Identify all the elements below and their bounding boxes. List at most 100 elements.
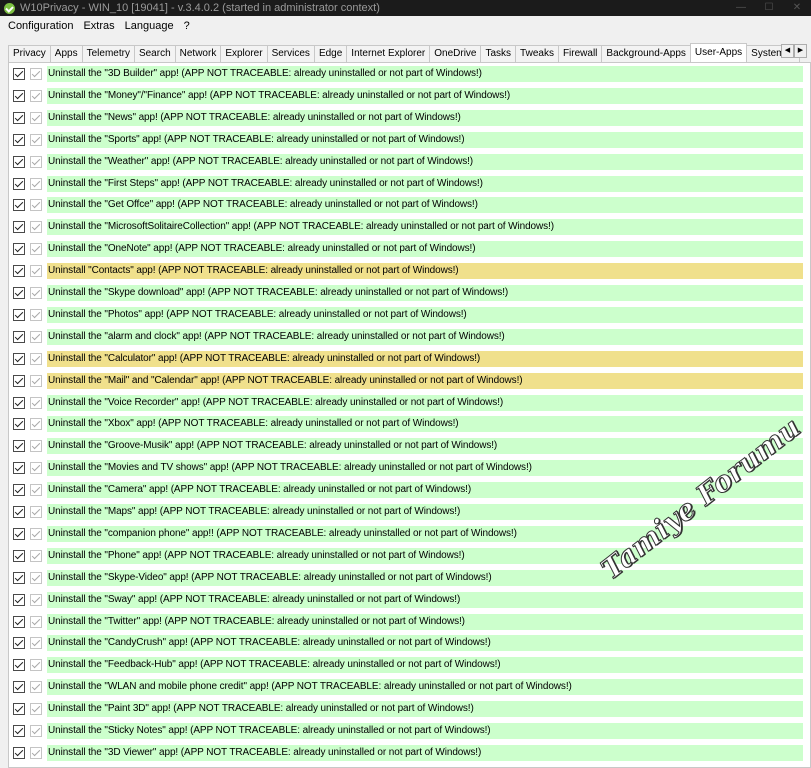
- enable-checkbox[interactable]: [13, 133, 25, 146]
- item-label: Uninstall the "3D Viewer" app! (APP NOT …: [47, 744, 803, 761]
- enable-checkbox[interactable]: [13, 352, 25, 365]
- menu-bar: Configuration Extras Language ?: [0, 16, 811, 36]
- list-item: Uninstall the "Twitter" app! (APP NOT TR…: [13, 613, 803, 630]
- tab-tasks[interactable]: Tasks: [480, 45, 517, 62]
- title-bar: W10Privacy - WIN_10 [19041] - v.3.4.0.2 …: [0, 0, 811, 16]
- tab-scroll-right-icon[interactable]: ▶: [794, 44, 807, 58]
- menu-configuration[interactable]: Configuration: [3, 20, 78, 32]
- item-label: Uninstall the "Groove-Musik" app! (APP N…: [47, 438, 803, 455]
- tab-internet-explorer[interactable]: Internet Explorer: [346, 45, 431, 62]
- enable-checkbox[interactable]: [13, 484, 25, 497]
- tab-search[interactable]: Search: [133, 45, 176, 62]
- enable-checkbox[interactable]: [13, 549, 25, 562]
- tab-firewall[interactable]: Firewall: [557, 45, 603, 62]
- enable-checkbox[interactable]: [13, 221, 25, 234]
- enable-checkbox[interactable]: [13, 265, 25, 278]
- enable-checkbox[interactable]: [13, 330, 25, 343]
- enable-checkbox[interactable]: [13, 308, 25, 321]
- tab-onedrive[interactable]: OneDrive: [429, 45, 482, 62]
- item-label: Uninstall the "3D Builder" app! (APP NOT…: [47, 66, 803, 82]
- recommended-checkbox: [30, 177, 42, 190]
- tab-services[interactable]: Services: [266, 45, 315, 62]
- recommended-checkbox: [30, 374, 42, 387]
- item-label: Uninstall the "First Steps" app! (APP NO…: [47, 175, 803, 192]
- tab-scroll-left-icon[interactable]: ◀: [781, 44, 794, 58]
- recommended-checkbox: [30, 287, 42, 299]
- tab-apps[interactable]: Apps: [49, 45, 83, 62]
- enable-checkbox[interactable]: [13, 746, 25, 759]
- recommended-checkbox: [30, 440, 42, 453]
- enable-checkbox[interactable]: [13, 287, 25, 299]
- enable-checkbox[interactable]: [13, 396, 25, 409]
- tab-background-apps[interactable]: Background-Apps: [601, 45, 691, 62]
- enable-checkbox[interactable]: [13, 659, 25, 672]
- menu-extras[interactable]: Extras: [78, 20, 119, 32]
- tab-telemetry[interactable]: Telemetry: [81, 45, 135, 62]
- list-item: Uninstall the "Sway" app! (APP NOT TRACE…: [13, 591, 803, 608]
- enable-checkbox[interactable]: [13, 703, 25, 716]
- enable-checkbox[interactable]: [13, 199, 25, 212]
- enable-checkbox[interactable]: [13, 637, 25, 650]
- enable-checkbox[interactable]: [13, 243, 25, 256]
- item-label: Uninstall the "Maps" app! (APP NOT TRACE…: [47, 504, 803, 520]
- item-label: Uninstall the "Phone" app! (APP NOT TRAC…: [47, 547, 803, 564]
- enable-checkbox[interactable]: [13, 68, 25, 80]
- minimize-button[interactable]: —: [727, 0, 755, 16]
- tab-user-apps[interactable]: User-Apps: [689, 43, 748, 62]
- menu-language[interactable]: Language: [120, 20, 179, 32]
- recommended-checkbox: [30, 527, 42, 540]
- close-button[interactable]: ✕: [783, 0, 811, 16]
- item-label: Uninstall the "Feedback-Hub" app! (APP N…: [47, 657, 803, 674]
- list-item: Uninstall the "Mail" and "Calendar" app!…: [13, 372, 803, 389]
- enable-checkbox[interactable]: [13, 89, 25, 102]
- tab-explorer[interactable]: Explorer: [220, 45, 268, 62]
- list-item: Uninstall the "OneNote" app! (APP NOT TR…: [13, 241, 803, 258]
- item-label: Uninstall the "Sticky Notes" app! (APP N…: [47, 723, 803, 739]
- enable-checkbox[interactable]: [13, 440, 25, 453]
- recommended-checkbox: [30, 484, 42, 497]
- list-item: Uninstall the "Camera" app! (APP NOT TRA…: [13, 482, 803, 499]
- enable-checkbox[interactable]: [13, 615, 25, 628]
- list-item: Uninstall the "3D Builder" app! (APP NOT…: [13, 66, 803, 82]
- enable-checkbox[interactable]: [13, 374, 25, 387]
- enable-checkbox[interactable]: [13, 462, 25, 475]
- recommended-checkbox: [30, 703, 42, 716]
- enable-checkbox[interactable]: [13, 527, 25, 540]
- enable-checkbox[interactable]: [13, 177, 25, 190]
- enable-checkbox[interactable]: [13, 571, 25, 584]
- item-label: Uninstall the "WLAN and mobile phone cre…: [47, 679, 803, 696]
- menu-help[interactable]: ?: [179, 20, 195, 32]
- tab-edge[interactable]: Edge: [313, 45, 348, 62]
- tab-tweaks[interactable]: Tweaks: [515, 45, 559, 62]
- item-label: Uninstall the "Photos" app! (APP NOT TRA…: [47, 306, 803, 323]
- item-label: Uninstall the "Sports" app! (APP NOT TRA…: [47, 131, 803, 148]
- list-item: Uninstall the "Paint 3D" app! (APP NOT T…: [13, 701, 803, 718]
- recommended-checkbox: [30, 133, 42, 146]
- enable-checkbox[interactable]: [13, 593, 25, 606]
- item-label: Uninstall the "companion phone" app!! (A…: [47, 525, 803, 542]
- enable-checkbox[interactable]: [13, 725, 25, 737]
- item-label: Uninstall the "Sway" app! (APP NOT TRACE…: [47, 591, 803, 608]
- window-title: W10Privacy - WIN_10 [19041] - v.3.4.0.2 …: [20, 2, 380, 14]
- item-label: Uninstall the "Skype-Video" app! (APP NO…: [47, 569, 803, 586]
- tab-network[interactable]: Network: [174, 45, 222, 62]
- list-item: Uninstall the "MicrosoftSolitaireCollect…: [13, 219, 803, 236]
- list-item: Uninstall the "Movies and TV shows" app!…: [13, 460, 803, 477]
- item-label: Uninstall the "MicrosoftSolitaireCollect…: [47, 219, 803, 236]
- list-item: Uninstall the "alarm and clock" app! (AP…: [13, 328, 803, 345]
- list-item: Uninstall the "Phone" app! (APP NOT TRAC…: [13, 547, 803, 564]
- recommended-checkbox: [30, 221, 42, 234]
- tab-privacy[interactable]: Privacy: [8, 45, 51, 62]
- enable-checkbox[interactable]: [13, 155, 25, 168]
- recommended-checkbox: [30, 659, 42, 672]
- list-item: Uninstall "Contacts" app! (APP NOT TRACE…: [13, 263, 803, 280]
- enable-checkbox[interactable]: [13, 111, 25, 124]
- item-label: Uninstall the "Movies and TV shows" app!…: [47, 460, 803, 477]
- maximize-button[interactable]: ☐: [755, 0, 783, 16]
- enable-checkbox[interactable]: [13, 681, 25, 694]
- recommended-checkbox: [30, 89, 42, 102]
- item-label: Uninstall the "Mail" and "Calendar" app!…: [47, 372, 803, 389]
- enable-checkbox[interactable]: [13, 418, 25, 431]
- enable-checkbox[interactable]: [13, 506, 25, 518]
- recommended-checkbox: [30, 308, 42, 321]
